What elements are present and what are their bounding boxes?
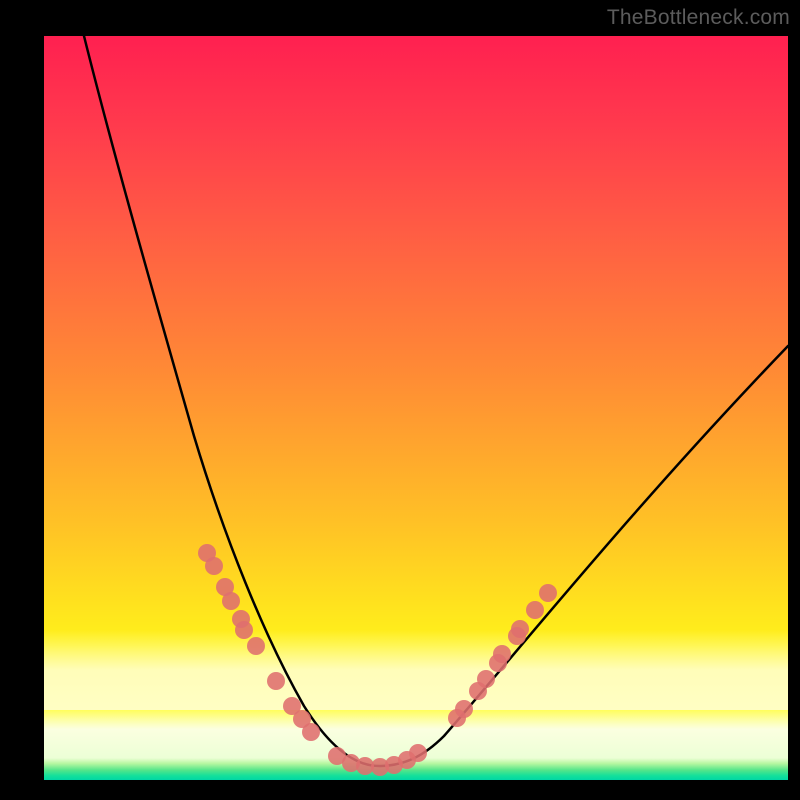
marker-dot <box>477 670 495 688</box>
bottleneck-curve <box>84 36 788 766</box>
marker-dot <box>247 637 265 655</box>
marker-dot <box>409 744 427 762</box>
marker-dot <box>511 620 529 638</box>
marker-dot <box>493 645 511 663</box>
marker-dot <box>302 723 320 741</box>
marker-dot <box>235 621 253 639</box>
chart-frame: TheBottleneck.com <box>0 0 800 800</box>
marker-dot <box>539 584 557 602</box>
bottom-marker-cluster <box>328 744 427 776</box>
right-marker-cluster <box>448 584 557 727</box>
marker-dot <box>526 601 544 619</box>
marker-dot <box>222 592 240 610</box>
marker-dot <box>267 672 285 690</box>
plot-area <box>44 36 788 780</box>
left-marker-cluster <box>198 544 320 741</box>
watermark-text: TheBottleneck.com <box>607 6 790 30</box>
chart-svg <box>44 36 788 780</box>
marker-dot <box>205 557 223 575</box>
marker-dot <box>455 700 473 718</box>
